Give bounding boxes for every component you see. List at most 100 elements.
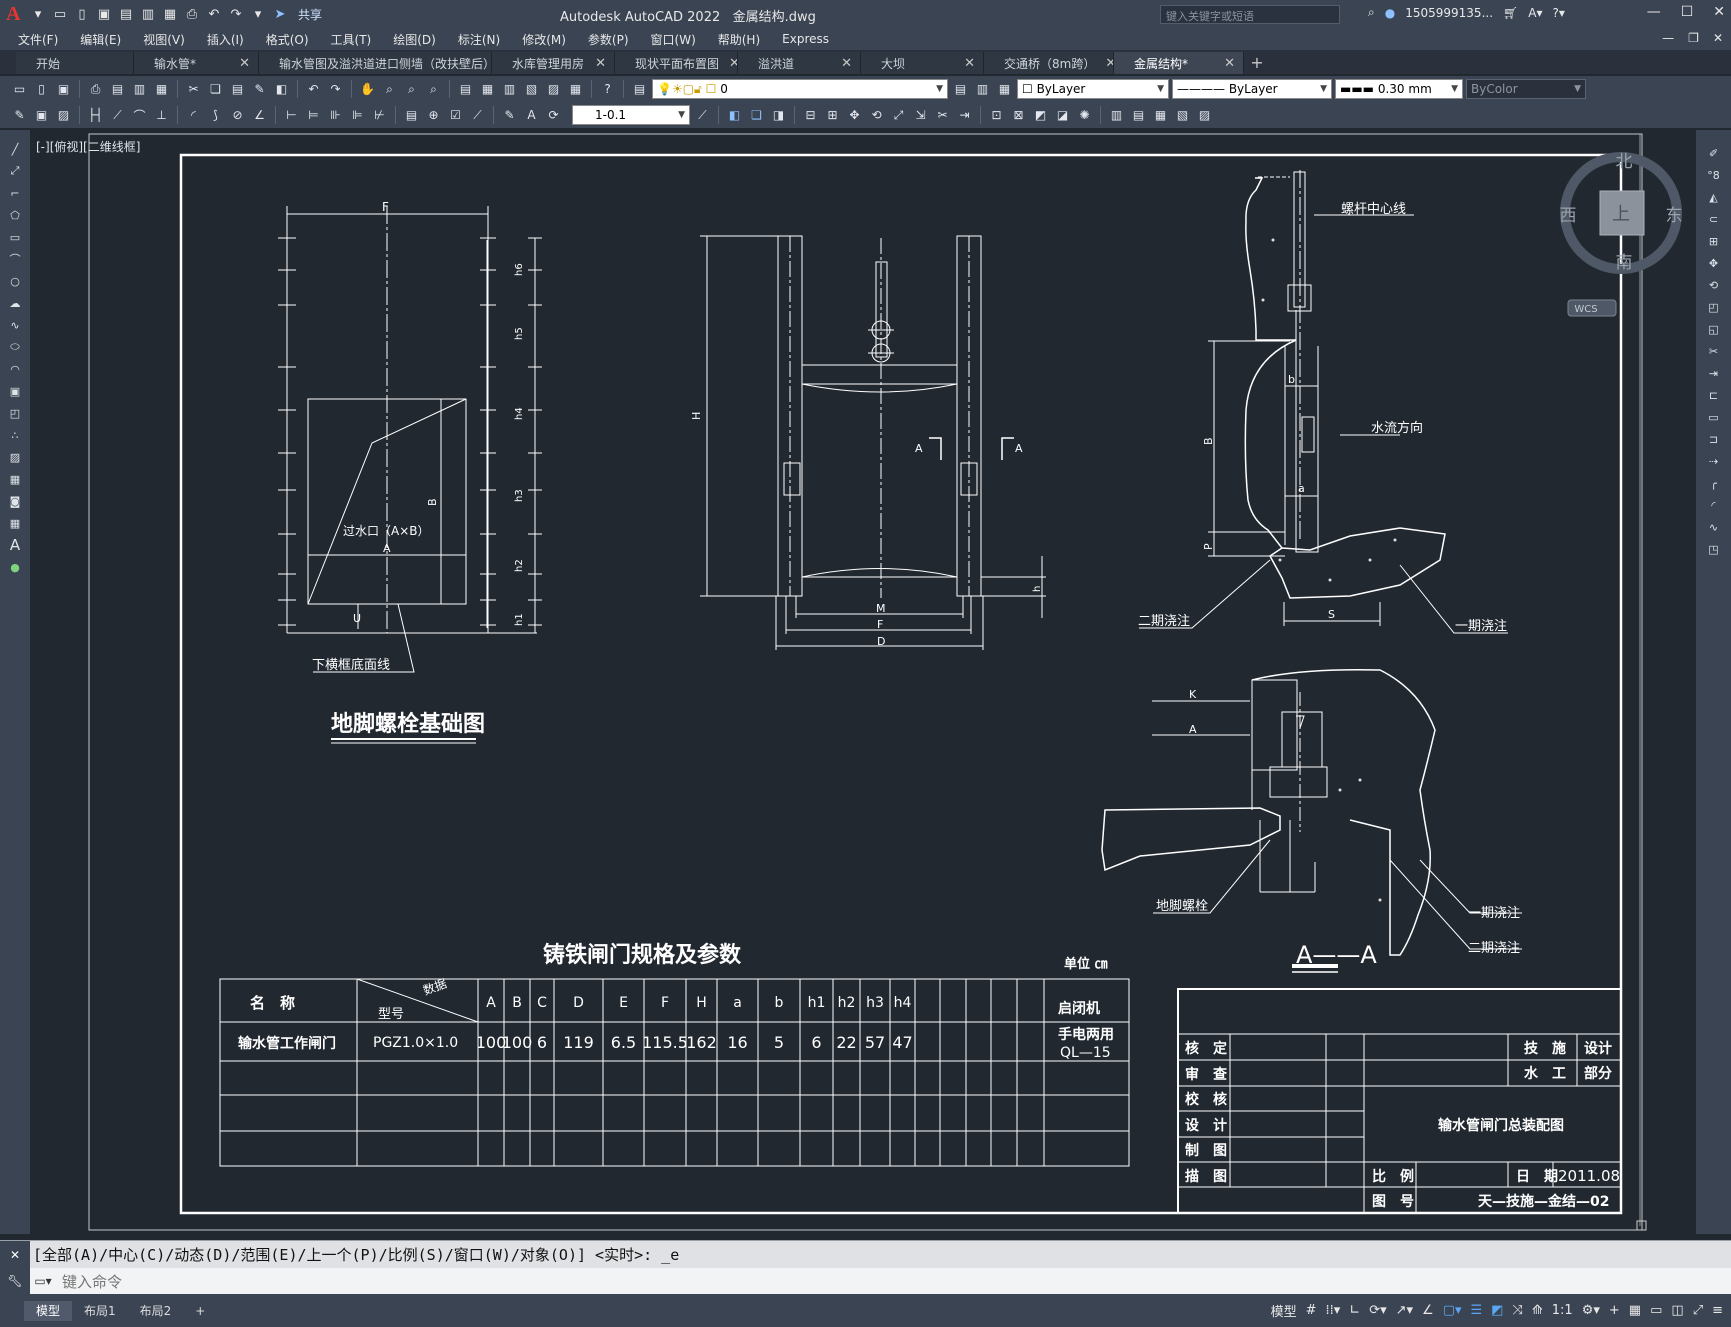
tab-close-icon[interactable]: ✕ — [239, 56, 250, 71]
chamfer-icon[interactable]: ⇢ — [1704, 452, 1724, 471]
hatch-icon[interactable]: ▨ — [5, 448, 25, 466]
new-icon[interactable]: ▭ — [52, 6, 68, 22]
quick-dim-icon[interactable]: ⊢ — [282, 106, 301, 125]
save-icon[interactable]: ▣ — [54, 80, 73, 99]
menu-file[interactable]: 文件(F) — [18, 31, 58, 48]
scale-icon[interactable]: ◰ — [1704, 298, 1724, 317]
send-back-icon[interactable]: ▦ — [1151, 106, 1170, 125]
offset-icon[interactable]: ⊂ — [1704, 210, 1724, 229]
dim-break-icon[interactable]: ⊬ — [370, 106, 389, 125]
share-icon[interactable]: ➤ — [272, 6, 288, 22]
menu-modify[interactable]: 修改(M) — [522, 31, 566, 48]
dim-edit-icon[interactable]: ✎ — [500, 106, 519, 125]
gradient-icon[interactable]: ▦ — [5, 470, 25, 488]
menu-parametric[interactable]: 参数(P) — [588, 31, 629, 48]
file-tab[interactable]: 输水管图及溢洪道进口侧墙（改扶壁后）✕ — [259, 52, 492, 74]
design-center-icon[interactable]: ▦ — [478, 80, 497, 99]
sheet-set-icon[interactable]: ▧ — [522, 80, 541, 99]
erase-icon[interactable]: ✐ — [1704, 144, 1724, 163]
modify-offset-icon[interactable]: ⊟ — [801, 106, 820, 125]
rotate-icon[interactable]: ⟲ — [1704, 276, 1724, 295]
modify-scale-icon[interactable]: ⤢ — [889, 106, 908, 125]
layer-properties-icon[interactable]: ▤ — [630, 80, 649, 99]
layer-previous-icon[interactable]: ▥ — [973, 80, 992, 99]
viewcube-west[interactable]: 西 — [1560, 206, 1577, 226]
properties-icon[interactable]: ▤ — [456, 80, 475, 99]
block-editor-icon[interactable]: ◧ — [272, 80, 291, 99]
menu-insert[interactable]: 插入(I) — [207, 31, 244, 48]
modify-break-icon[interactable]: ⊡ — [987, 106, 1006, 125]
minimize-icon[interactable]: — — [1647, 4, 1661, 20]
file-tab[interactable]: 大坝 ✕ — [861, 52, 984, 74]
isolate-icon[interactable]: ◫ — [1671, 1303, 1683, 1318]
tool-palettes-icon[interactable]: ▥ — [500, 80, 519, 99]
ordinate-dim-icon[interactable]: ⊥ — [152, 106, 171, 125]
ortho-icon[interactable]: ∟ — [1349, 1303, 1360, 1318]
join-icon[interactable]: ⊐ — [1704, 430, 1724, 449]
ellipse-arc-icon[interactable]: ◠ — [5, 360, 25, 378]
modify-array-icon[interactable]: ⊞ — [823, 106, 842, 125]
viewcube-north[interactable]: 北 — [1616, 152, 1633, 172]
wrench-icon[interactable]: 🔧︎ — [0, 1268, 30, 1294]
snap-icon[interactable]: ⁞⁞▾ — [1326, 1303, 1341, 1318]
text-front-icon[interactable]: ▧ — [1173, 106, 1192, 125]
zoom-previous-icon[interactable]: ⌕ — [424, 80, 443, 99]
break-icon[interactable]: ▭ — [1704, 408, 1724, 427]
menu-view[interactable]: 视图(V) — [143, 31, 185, 48]
cut-icon[interactable]: ✂ — [184, 80, 203, 99]
viewcube-top[interactable]: 上 — [1612, 204, 1630, 225]
paste-icon[interactable]: ▤ — [228, 80, 247, 99]
line-icon[interactable]: ╱ — [5, 140, 25, 158]
draworder-icon[interactable]: ▥ — [1107, 106, 1126, 125]
make-block-icon[interactable]: ◰ — [5, 404, 25, 422]
units-icon[interactable]: ▦ — [1629, 1303, 1641, 1318]
break-point-icon[interactable]: ⊏ — [1704, 386, 1724, 405]
bring-front-icon[interactable]: ▤ — [1129, 106, 1148, 125]
modify-mirror-icon[interactable]: ◨ — [769, 106, 788, 125]
close-icon[interactable]: ✕ — [1713, 4, 1725, 20]
blend-icon[interactable]: ◜ — [1704, 496, 1724, 515]
mtext-icon[interactable]: A — [5, 536, 25, 554]
modify-rotate-icon[interactable]: ⟲ — [867, 106, 886, 125]
hatch-icon[interactable]: ▨ — [54, 106, 73, 125]
pan-icon[interactable]: ✋ — [358, 80, 377, 99]
new-icon[interactable]: ▭ — [10, 80, 29, 99]
undo-icon[interactable]: ↶ — [206, 6, 222, 22]
save-icon[interactable]: ▣ — [96, 6, 112, 22]
web-mobile-icon[interactable]: ▥ — [140, 6, 156, 22]
layer-dropdown[interactable]: 💡☀▢🔓︎ ☐ 0 ▼ — [652, 79, 948, 99]
menu-draw[interactable]: 绘图(D) — [393, 31, 436, 48]
cart-icon[interactable]: 🛒︎ — [1503, 6, 1518, 20]
polyline-icon[interactable]: ⌐ — [5, 184, 25, 202]
preview-icon[interactable]: ▤ — [108, 80, 127, 99]
file-tab[interactable]: 水库管理用房 ✕ — [492, 52, 615, 74]
transparency-icon[interactable]: ◩ — [1491, 1303, 1503, 1318]
plotstyle-dropdown[interactable]: ByColor ▼ — [1466, 79, 1586, 99]
fillet-icon[interactable]: ╭ — [1704, 474, 1724, 493]
autocad-logo[interactable]: A — [6, 3, 24, 26]
share-label[interactable]: 共享 — [298, 6, 322, 23]
menu-window[interactable]: 窗口(W) — [651, 31, 696, 48]
color-dropdown[interactable]: ☐ ByLayer ▼ — [1017, 79, 1169, 99]
diameter-dim-icon[interactable]: ⊘ — [228, 106, 247, 125]
viewport-controls[interactable]: [-][俯视][二维线框] — [36, 138, 140, 155]
tolerance-icon[interactable]: ▤ — [402, 106, 421, 125]
menu-edit[interactable]: 编辑(E) — [80, 31, 121, 48]
workspace-icon[interactable]: ⚙▾ — [1582, 1303, 1600, 1318]
hatch-back-icon[interactable]: ▨ — [1195, 106, 1214, 125]
wcs-menu[interactable]: WCS — [1574, 304, 1597, 315]
modify-stretch-icon[interactable]: ⇲ — [911, 106, 930, 125]
point-icon[interactable]: ∴ — [5, 426, 25, 444]
jogged-dim-icon[interactable]: ⟆ — [206, 106, 225, 125]
customize-icon[interactable]: ≡ — [1712, 1303, 1723, 1318]
tab-close-icon[interactable]: ✕ — [841, 56, 852, 71]
modify-move-icon[interactable]: ✥ — [845, 106, 864, 125]
save-as-icon[interactable]: ▤ — [118, 6, 134, 22]
doc-minimize-icon[interactable]: — — [1662, 31, 1674, 45]
modify-explode-icon[interactable]: ✺ — [1075, 106, 1094, 125]
calculator-icon[interactable]: ▦ — [566, 80, 585, 99]
quick-props-icon[interactable]: ▭ — [1650, 1303, 1662, 1318]
tab-close-icon[interactable]: ✕ — [729, 56, 737, 71]
array-icon[interactable]: ⊞ — [1704, 232, 1724, 251]
trim-icon[interactable]: ✂ — [1704, 342, 1724, 361]
